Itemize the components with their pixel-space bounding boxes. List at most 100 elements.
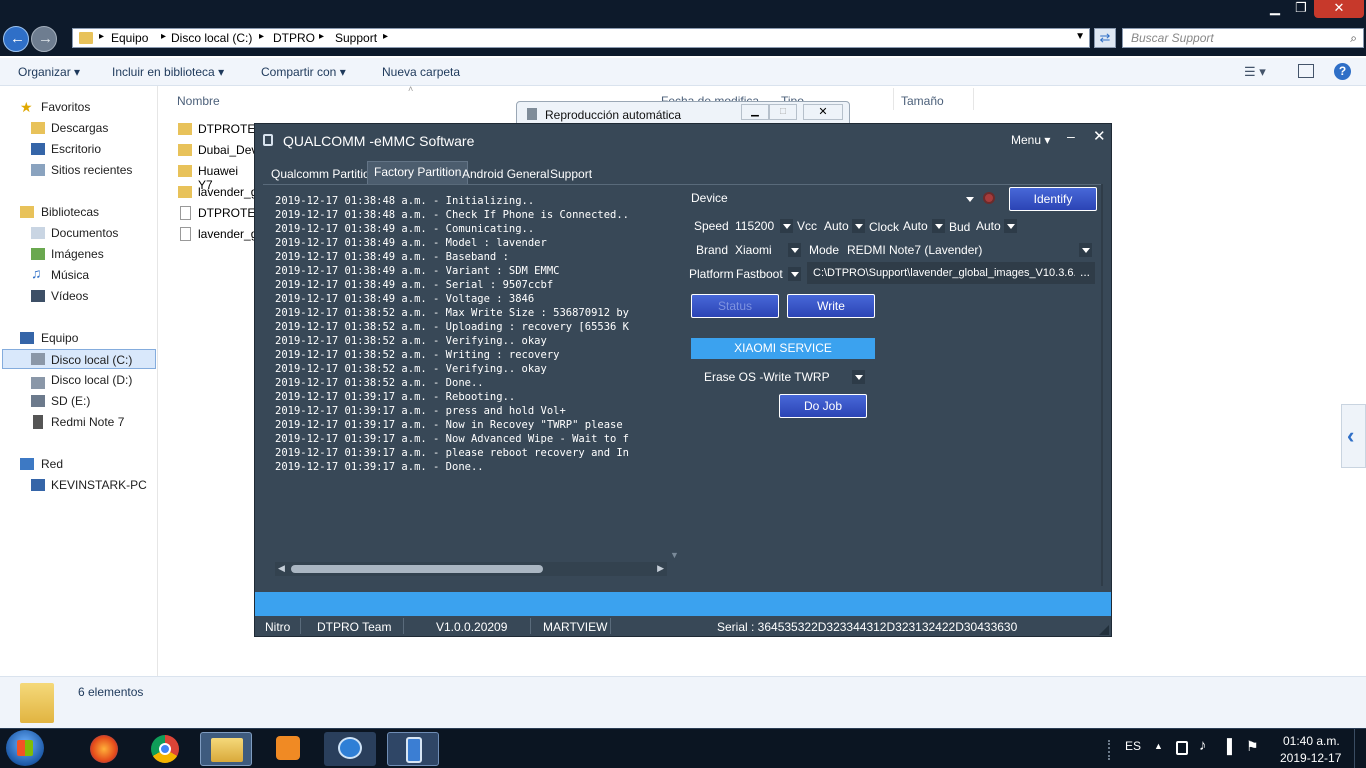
volume-icon[interactable]: ♪ <box>1199 737 1207 754</box>
file-row[interactable]: Dubai_Dev <box>178 142 257 160</box>
language-indicator[interactable]: ES <box>1125 739 1141 753</box>
file-row[interactable]: DTPROTEA <box>178 205 263 223</box>
signal-icon[interactable]: ▐ <box>1222 738 1232 754</box>
tab-factory-partition[interactable]: Factory Partition <box>367 161 469 184</box>
status-button[interactable]: Status <box>691 294 779 318</box>
search-input[interactable]: Buscar Support ⌕ <box>1122 28 1364 48</box>
log-horizontal-scrollbar[interactable]: ◀ ▶ <box>275 562 667 576</box>
mode-dropdown[interactable] <box>1079 243 1092 257</box>
nav-item-descargas[interactable]: Descargas <box>51 121 108 135</box>
brand-dropdown[interactable] <box>788 243 801 257</box>
nav-item-sd-e[interactable]: SD (E:) <box>51 394 90 408</box>
nav-computer[interactable]: Equipo <box>41 331 78 345</box>
column-header-size[interactable]: Tamaño <box>901 94 944 108</box>
action-center-icon[interactable]: ⚑ <box>1246 738 1259 755</box>
identify-button[interactable]: Identify <box>1009 187 1097 211</box>
scroll-thumb[interactable] <box>291 565 543 573</box>
taskbar-explorer[interactable] <box>200 732 252 766</box>
file-row[interactable]: Huawei Y7 <box>178 163 254 192</box>
nav-network[interactable]: Red <box>41 457 63 471</box>
browse-button[interactable]: ... <box>1075 262 1095 284</box>
taskbar-remote-app[interactable] <box>324 732 376 766</box>
nav-favorites[interactable]: Favoritos <box>41 100 90 114</box>
autoplay-minimize-button[interactable]: ▁ <box>741 104 769 120</box>
mode-select[interactable]: REDMI Note7 (Lavender) <box>847 243 982 257</box>
help-icon[interactable]: ? <box>1334 63 1351 80</box>
share-menu[interactable]: Compartir con ▾ <box>261 65 346 79</box>
speed-dropdown[interactable] <box>780 219 793 233</box>
organize-menu[interactable]: Organizar ▾ <box>18 65 80 79</box>
nav-item-documentos[interactable]: Documentos <box>51 226 118 240</box>
nav-item-disk-c-selected[interactable]: Disco local (C:) <box>2 349 156 369</box>
history-dropdown-icon[interactable]: ▼ <box>1075 31 1085 42</box>
do-job-button[interactable]: Do Job <box>779 394 867 418</box>
autoplay-maximize-button[interactable]: □ <box>769 104 797 120</box>
app-minimize-button[interactable]: – <box>1067 128 1075 144</box>
breadcrumb-dtpro[interactable]: DTPRO <box>273 31 315 45</box>
taskbar-dtpro[interactable] <box>387 732 439 766</box>
tab-support[interactable]: Support <box>550 164 592 184</box>
speed-select[interactable]: 115200 <box>735 219 774 233</box>
close-button[interactable]: ✕ <box>1314 0 1364 18</box>
clock-select[interactable]: Auto <box>903 219 928 233</box>
include-library-menu[interactable]: Incluir en biblioteca ▾ <box>112 65 224 79</box>
nav-item-redmi-note-7[interactable]: Redmi Note 7 <box>51 415 124 429</box>
scroll-down-icon[interactable]: ▼ <box>670 550 679 560</box>
nav-item-imagenes[interactable]: Imágenes <box>51 247 104 261</box>
breadcrumb-disk-c[interactable]: Disco local (C:) <box>171 31 252 45</box>
firmware-path-field[interactable]: C:\DTPRO\Support\lavender_global_images_… <box>807 262 1075 284</box>
taskbar-chrome[interactable] <box>140 732 192 766</box>
vcc-dropdown[interactable] <box>852 219 865 233</box>
minimize-button[interactable]: ▁ <box>1262 0 1288 18</box>
app-close-button[interactable]: ✕ <box>1093 127 1106 145</box>
bud-select[interactable]: Auto <box>976 219 1001 233</box>
breadcrumb-support[interactable]: Support <box>335 31 377 45</box>
view-options-icon[interactable]: ☰ ▾ <box>1244 64 1266 80</box>
start-button[interactable] <box>6 730 44 766</box>
breadcrumb-equipo[interactable]: Equipo <box>111 31 148 45</box>
file-row[interactable]: lavender_g <box>178 226 257 244</box>
brand-select[interactable]: Xiaomi <box>735 243 772 257</box>
maximize-button[interactable]: ❐ <box>1288 0 1314 18</box>
nav-libraries[interactable]: Bibliotecas <box>41 205 99 219</box>
platform-select[interactable]: Fastboot <box>736 267 783 281</box>
device-tray-icon[interactable] <box>1176 741 1188 755</box>
scroll-right-icon[interactable]: ▶ <box>657 563 664 574</box>
write-button[interactable]: Write <box>787 294 875 318</box>
clock-time[interactable]: 01:40 a.m. <box>1283 734 1340 748</box>
scroll-left-icon[interactable]: ◀ <box>278 563 285 574</box>
autoplay-window[interactable]: Reproducción automática ▁ □ ✕ <box>516 101 850 125</box>
nav-item-sitios-recientes[interactable]: Sitios recientes <box>51 163 132 177</box>
column-header-name[interactable]: Nombre <box>177 94 220 108</box>
tab-android-general[interactable]: Android General <box>462 164 549 184</box>
forward-button[interactable]: → <box>31 26 57 52</box>
resize-grip-icon[interactable] <box>1099 625 1109 635</box>
log-vertical-scrollbar[interactable]: ▼ <box>669 190 681 560</box>
show-desktop-button[interactable] <box>1354 729 1366 768</box>
file-row[interactable]: lavender_g <box>178 184 257 202</box>
nav-item-disk-d[interactable]: Disco local (D:) <box>51 373 132 387</box>
nav-item-kevinstark-pc[interactable]: KEVINSTARK-PC <box>51 478 147 492</box>
refresh-button[interactable]: ⇄ <box>1094 28 1116 48</box>
side-panel-toggle[interactable]: ‹ <box>1341 404 1366 468</box>
autoplay-close-button[interactable]: ✕ <box>803 104 843 120</box>
app-menu-button[interactable]: Menu ▾ <box>1011 133 1050 147</box>
file-row[interactable]: DTPROTEA <box>178 121 263 139</box>
service-option-select[interactable]: Erase OS -Write TWRP <box>704 370 830 384</box>
address-field[interactable]: ▸ Equipo ▸ Disco local (C:) ▸ DTPRO ▸ Su… <box>72 28 1090 48</box>
nav-item-videos[interactable]: Vídeos <box>51 289 88 303</box>
vcc-select[interactable]: Auto <box>824 219 849 233</box>
service-option-dropdown[interactable] <box>852 370 865 384</box>
tab-qualcomm-partition[interactable]: Qualcomm Partition <box>271 164 376 184</box>
taskbar-firefox[interactable] <box>78 732 130 766</box>
clock-dropdown[interactable] <box>932 219 945 233</box>
new-folder-button[interactable]: Nueva carpeta <box>382 65 460 79</box>
taskbar-media-player[interactable] <box>262 732 314 766</box>
nav-item-musica[interactable]: Música <box>51 268 89 282</box>
back-button[interactable]: ← <box>3 26 29 52</box>
bud-dropdown[interactable] <box>1004 219 1017 233</box>
platform-dropdown[interactable] <box>788 267 801 281</box>
device-dropdown[interactable] <box>963 192 976 206</box>
preview-pane-icon[interactable] <box>1298 64 1314 78</box>
show-hidden-icons[interactable]: ▲ <box>1154 741 1163 751</box>
